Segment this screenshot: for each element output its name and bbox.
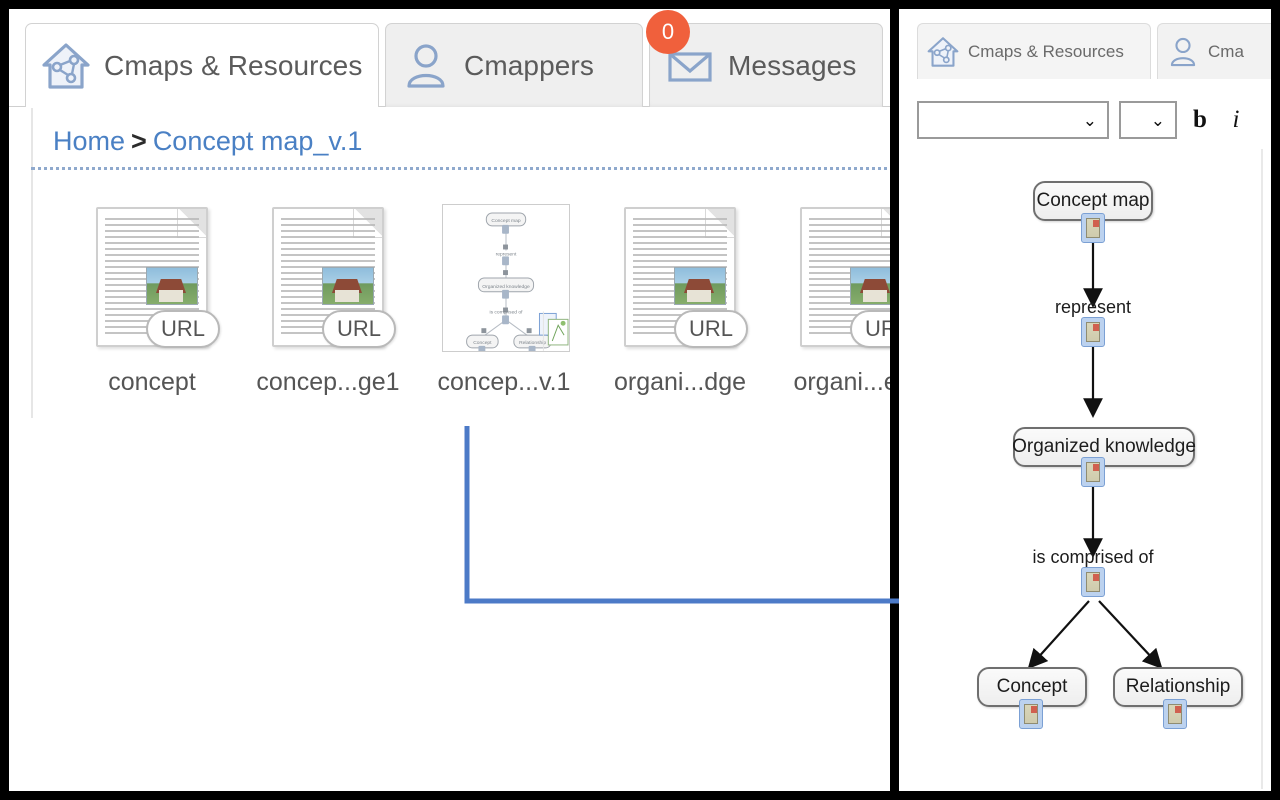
screenshot-frame: Cmaps & Resources Cmappers 0 Messages Ho… — [0, 0, 1280, 800]
url-badge: URL — [322, 310, 396, 348]
node-label: Relationship — [1125, 676, 1231, 697]
resource-name: concep...ge1 — [256, 368, 400, 396]
svg-text:Organized knowledge: Organized knowledge — [482, 284, 530, 290]
tab-cmappers[interactable]: Cmappers — [385, 23, 643, 107]
node-label: Organized knowledge — [1012, 436, 1196, 457]
font-family-select[interactable]: ⌄ — [917, 101, 1109, 139]
resource-item[interactable]: URL concep...ge1 — [240, 204, 416, 397]
tab-label: Cmappers — [464, 49, 594, 81]
page-photo — [850, 267, 890, 305]
concept-map-canvas[interactable]: Concept map represent Organized knowledg… — [917, 149, 1263, 789]
resource-chip-icon[interactable] — [1163, 699, 1187, 729]
page-photo — [674, 267, 726, 305]
resource-thumbnail[interactable]: URL — [792, 204, 890, 352]
font-size-select[interactable]: ⌄ — [1119, 101, 1177, 139]
tab-label: Cmaps & Resources — [104, 49, 363, 81]
chevron-down-icon: ⌄ — [1150, 110, 1165, 130]
breadcrumb-current[interactable]: Concept map_v.1 — [153, 126, 363, 156]
linking-phrase-represent[interactable]: represent — [1053, 297, 1133, 318]
node-label: Concept — [996, 676, 1068, 697]
page-photo — [322, 267, 374, 305]
resource-name: organi...dge — [613, 368, 747, 396]
svg-text:Concept: Concept — [473, 340, 492, 346]
resource-item[interactable]: URL organi...dge — [592, 204, 768, 397]
cmap-cloud-browser-panel: Cmaps & Resources Cmappers 0 Messages Ho… — [9, 9, 890, 791]
resource-thumbnail[interactable]: URL — [88, 204, 220, 352]
italic-button[interactable]: i — [1223, 106, 1249, 134]
house-cmap-icon — [40, 40, 92, 92]
resource-item-selected[interactable]: Concept map represent Organized knowledg… — [416, 204, 592, 397]
tab-messages[interactable]: 0 Messages — [646, 10, 883, 107]
link-label: represent — [1054, 297, 1132, 317]
breadcrumb-home-link[interactable]: Home — [53, 126, 125, 156]
person-icon — [400, 40, 452, 92]
resource-item[interactable]: URL concept — [64, 204, 240, 397]
tab-cmappers[interactable]: Cma — [1157, 23, 1271, 79]
svg-text:Concept map: Concept map — [491, 218, 520, 224]
node-label: Concept map — [1036, 190, 1150, 211]
resource-chip-icon[interactable] — [1081, 213, 1105, 243]
linking-phrase-is-comprised-of[interactable]: is comprised of — [1023, 547, 1163, 568]
concept-map-editor-panel: Cmaps & Resources Cma ⌄ ⌄ b i Concept ma… — [899, 9, 1271, 791]
url-badge: URL — [674, 310, 748, 348]
chevron-down-icon: ⌄ — [1082, 110, 1097, 130]
resource-chip-icon[interactable] — [1081, 457, 1105, 487]
svg-text:is comprised of: is comprised of — [490, 309, 524, 315]
resource-chip-icon[interactable] — [1081, 317, 1105, 347]
resource-thumbnail[interactable]: URL — [616, 204, 748, 352]
url-badge: URL — [146, 310, 220, 348]
messages-unread-badge: 0 — [646, 10, 690, 54]
url-badge: URL — [850, 310, 890, 348]
breadcrumb-divider — [31, 167, 890, 170]
resource-chip-icon[interactable] — [1081, 567, 1105, 597]
bold-button[interactable]: b — [1187, 106, 1213, 134]
svg-text:Relationship: Relationship — [519, 340, 546, 346]
breadcrumb: Home > Concept map_v.1 — [53, 126, 362, 157]
editor-toolbar: ⌄ ⌄ b i — [917, 101, 1249, 139]
resource-name: concep...v.1 — [437, 368, 571, 396]
tab-label: Messages — [728, 49, 857, 81]
resource-thumbnail[interactable]: URL — [264, 204, 396, 352]
left-tab-bar: Cmaps & Resources Cmappers 0 Messages — [9, 9, 890, 107]
svg-text:represent: represent — [496, 251, 517, 257]
resource-grid: URL concept URL concep...ge1 Concept map… — [64, 204, 890, 397]
resource-item[interactable]: URL organi...ept — [768, 204, 890, 397]
concept-map-thumbnail-icon: Concept map represent Organized knowledg… — [442, 204, 570, 352]
resource-name: concept — [108, 368, 196, 396]
resource-thumbnail[interactable]: Concept map represent Organized knowledg… — [440, 204, 570, 352]
tab-label: Cmaps & Resources — [968, 41, 1124, 61]
right-tab-bar: Cmaps & Resources Cma — [899, 9, 1271, 79]
person-icon — [1166, 35, 1200, 69]
resource-name: organi...ept — [793, 368, 890, 396]
house-cmap-icon — [926, 35, 960, 69]
tab-label: Cma — [1208, 41, 1244, 61]
resource-chip-icon[interactable] — [1019, 699, 1043, 729]
page-photo — [146, 267, 198, 305]
breadcrumb-separator: > — [131, 126, 147, 156]
tab-cmaps-and-resources[interactable]: Cmaps & Resources — [25, 23, 379, 107]
tab-cmaps-and-resources[interactable]: Cmaps & Resources — [917, 23, 1151, 79]
link-label: is comprised of — [1032, 547, 1154, 567]
panel-divider — [890, 9, 899, 791]
